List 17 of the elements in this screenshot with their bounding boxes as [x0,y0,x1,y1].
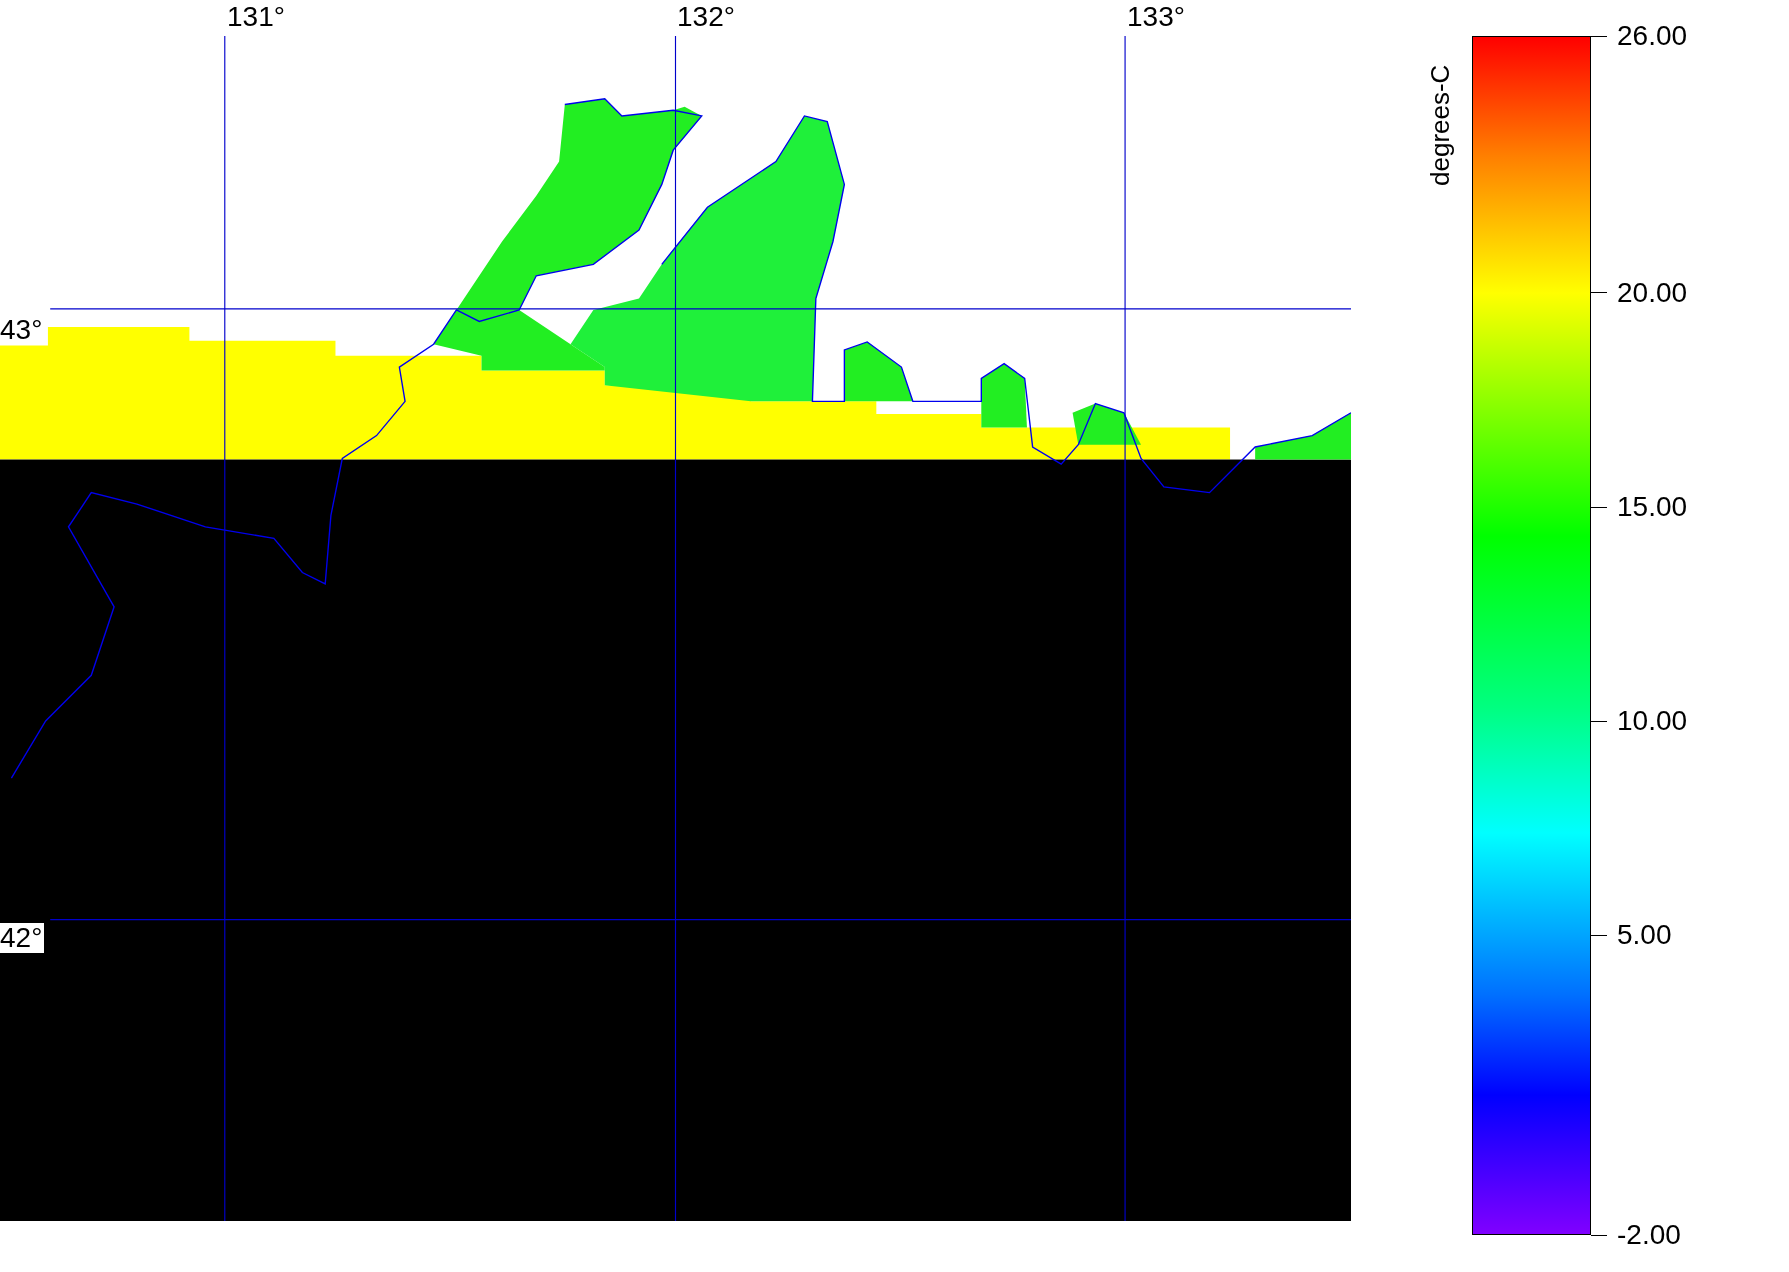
tick-mark [1591,506,1607,508]
scale-tick-label: 10.00 [1617,705,1688,738]
longitude-label: 133° [1127,1,1185,33]
scale-tick-label: -2.00 [1617,1219,1681,1251]
tick-mark [1591,292,1607,294]
longitude-label: 132° [677,1,735,33]
units-label: degrees-C [1425,63,1456,186]
latitude-label: 42° [0,923,45,953]
tick-mark [1591,720,1607,722]
tick-mark [1591,1234,1607,1236]
tick-mark [1591,35,1607,37]
longitude-label: 131° [227,1,285,33]
scale-tick-label: 5.00 [1617,919,1672,952]
scale-tick-label: 20.00 [1617,276,1688,309]
scale-tick-label: 15.00 [1617,491,1688,524]
scale-tick-label: 26.00 [1617,20,1688,52]
tick-mark [1591,934,1607,936]
